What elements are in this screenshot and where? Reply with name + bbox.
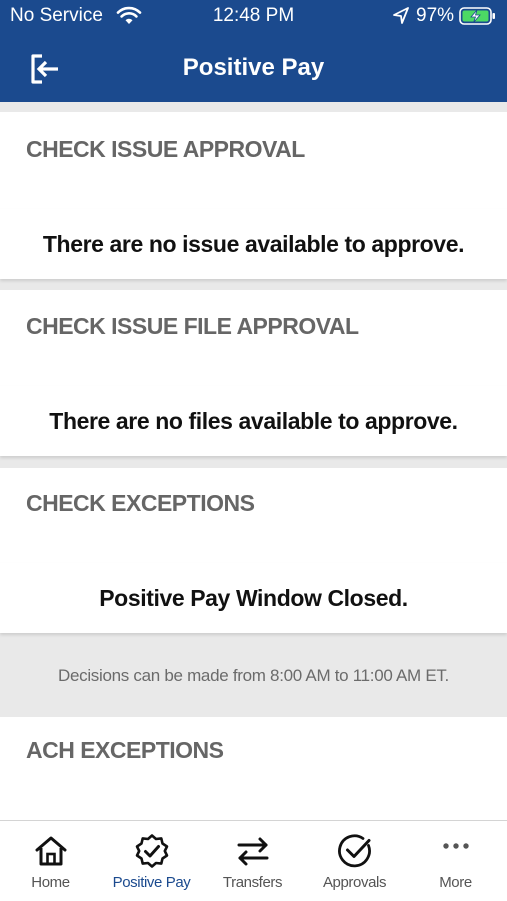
- transfer-arrows-icon: [237, 837, 268, 866]
- ach-exceptions-header: ACH EXCEPTIONS: [0, 717, 507, 820]
- app-header: No Service 12:48 PM 97% Positive Pay: [0, 0, 507, 102]
- check-issue-approval-message: There are no issue available to approve.: [0, 209, 507, 279]
- tab-transfers[interactable]: Transfers: [202, 821, 303, 901]
- section-title: CHECK ISSUE FILE APPROVAL: [26, 313, 359, 339]
- positive-pay-content[interactable]: CHECK ISSUE APPROVAL There are no issue …: [0, 102, 507, 820]
- tab-label: More: [439, 874, 472, 891]
- section-title: CHECK EXCEPTIONS: [26, 490, 255, 516]
- battery-charging-icon: [459, 7, 495, 25]
- section-title: CHECK ISSUE APPROVAL: [26, 136, 305, 162]
- section-title: ACH EXCEPTIONS: [26, 737, 224, 763]
- battery-percent: 97%: [416, 5, 455, 26]
- check-exceptions-header: CHECK EXCEPTIONS: [0, 468, 507, 564]
- decision-window-info: Decisions can be made from 8:00 AM to 11…: [57, 666, 449, 685]
- check-circle-icon: [337, 834, 371, 868]
- status-bar: No Service 12:48 PM 97%: [0, 0, 507, 34]
- tab-home[interactable]: Home: [0, 821, 101, 901]
- check-issue-file-approval-header: CHECK ISSUE FILE APPROVAL: [0, 290, 507, 387]
- tab-label: Positive Pay: [112, 874, 191, 891]
- location-arrow-icon: [393, 7, 409, 24]
- more-dots-icon: [442, 843, 469, 849]
- tab-label: Home: [31, 874, 70, 891]
- check-issue-approval-header: CHECK ISSUE APPROVAL: [0, 112, 507, 210]
- tab-approvals[interactable]: Approvals: [304, 821, 405, 901]
- tab-label: Transfers: [222, 874, 283, 891]
- tab-positive-pay[interactable]: Positive Pay: [101, 821, 202, 901]
- home-icon: [35, 836, 66, 866]
- tab-bar: Home Positive Pay Transfers Approvals Mo…: [0, 820, 507, 901]
- tab-label: Approvals: [322, 874, 387, 891]
- page-title: Positive Pay: [182, 54, 325, 81]
- badge-check-icon: [135, 834, 168, 868]
- tab-more[interactable]: More: [405, 821, 506, 901]
- check-issue-file-approval-message: There are no files available to approve.: [0, 386, 507, 456]
- check-exceptions-message: Positive Pay Window Closed.: [0, 563, 507, 633]
